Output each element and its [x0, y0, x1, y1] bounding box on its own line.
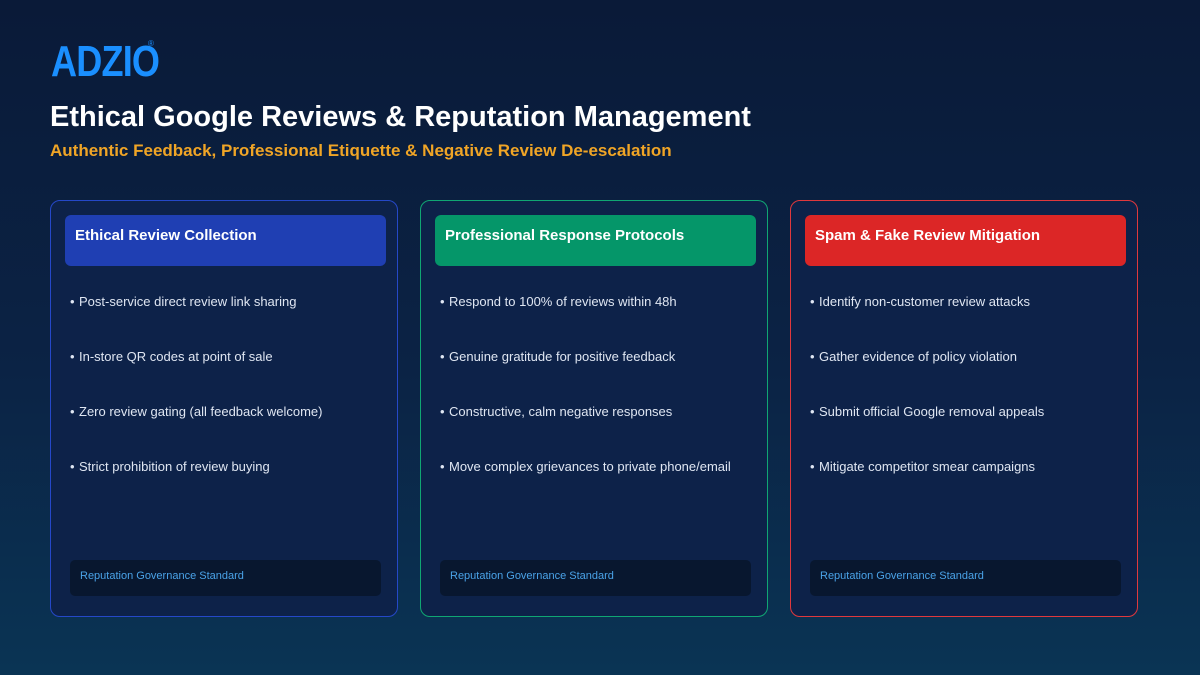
bullet-icon: • [810, 294, 815, 309]
bullet-icon: • [70, 404, 75, 419]
card-professional-response-protocols: Professional Response Protocols • Respond… [420, 200, 768, 617]
list-item-text: Submit official Google removal appeals [819, 404, 1045, 419]
card-footer-badge: Reputation Governance Standard [70, 560, 381, 596]
list-item-text: Genuine gratitude for positive feedback [449, 349, 676, 364]
list-item: • Submit official Google removal appeals [810, 404, 1044, 459]
brand-logo-text: ADZIO [51, 37, 160, 86]
bullet-icon: • [440, 349, 445, 364]
card-ethical-review-collection: Ethical Review Collection • Post-service … [50, 200, 398, 617]
card-footer-badge: Reputation Governance Standard [810, 560, 1121, 596]
bullet-icon: • [810, 459, 815, 474]
bullet-icon: • [440, 294, 445, 309]
card-item-list: • Respond to 100% of reviews within 48h •… [440, 294, 731, 514]
bullet-icon: • [440, 459, 445, 474]
brand-logo: ADZIO ® [51, 40, 183, 84]
list-item-text: In-store QR codes at point of sale [79, 349, 273, 364]
list-item: • Constructive, calm negative responses [440, 404, 731, 459]
list-item: • Respond to 100% of reviews within 48h [440, 294, 731, 349]
list-item-text: Move complex grievances to private phone… [449, 459, 731, 474]
list-item-text: Identify non-customer review attacks [819, 294, 1030, 309]
list-item: • Zero review gating (all feedback welcom… [70, 404, 323, 459]
list-item: • Identify non-customer review attacks [810, 294, 1044, 349]
card-header: Ethical Review Collection [65, 215, 386, 266]
registered-mark: ® [148, 39, 154, 48]
list-item-text: Post-service direct review link sharing [79, 294, 297, 309]
list-item-text: Strict prohibition of review buying [79, 459, 270, 474]
list-item-text: Zero review gating (all feedback welcome… [79, 404, 323, 419]
page-subtitle: Authentic Feedback, Professional Etiquet… [50, 141, 672, 160]
card-header: Professional Response Protocols [435, 215, 756, 266]
list-item-text: Constructive, calm negative responses [449, 404, 673, 419]
page-title: Ethical Google Reviews & Reputation Mana… [50, 101, 751, 133]
card-spam-fake-review-mitigation: Spam & Fake Review Mitigation • Identify … [790, 200, 1138, 617]
bullet-icon: • [810, 404, 815, 419]
bullet-icon: • [70, 459, 75, 474]
list-item: • Genuine gratitude for positive feedback [440, 349, 731, 404]
list-item-text: Respond to 100% of reviews within 48h [449, 294, 677, 309]
list-item: • Mitigate competitor smear campaigns [810, 459, 1044, 514]
bullet-icon: • [70, 349, 75, 364]
card-item-list: • Post-service direct review link sharing… [70, 294, 323, 514]
card-footer-badge: Reputation Governance Standard [440, 560, 751, 596]
list-item: • Move complex grievances to private phon… [440, 459, 731, 514]
list-item-text: Gather evidence of policy violation [819, 349, 1018, 364]
bullet-icon: • [810, 349, 815, 364]
card-item-list: • Identify non-customer review attacks • G… [810, 294, 1044, 514]
list-item: • Strict prohibition of review buying [70, 459, 323, 514]
list-item: • In-store QR codes at point of sale [70, 349, 323, 404]
bullet-icon: • [440, 404, 445, 419]
list-item: • Post-service direct review link sharing [70, 294, 323, 349]
bullet-icon: • [70, 294, 75, 309]
list-item-text: Mitigate competitor smear campaigns [819, 459, 1036, 474]
list-item: • Gather evidence of policy violation [810, 349, 1044, 404]
card-header: Spam & Fake Review Mitigation [805, 215, 1126, 266]
